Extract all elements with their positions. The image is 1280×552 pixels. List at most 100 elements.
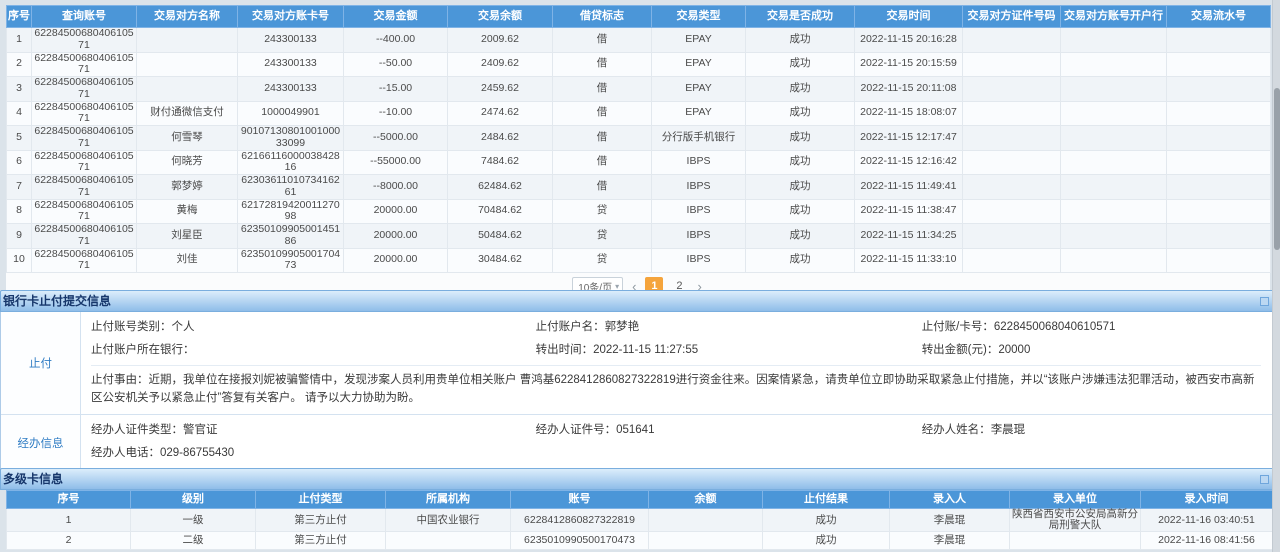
collapse-icon[interactable] [1260,297,1269,306]
cell-cert [963,101,1061,126]
cell-type: 分行版手机银行 [652,126,746,151]
cell-time: 2022-11-15 11:38:47 [855,199,963,224]
cell-success: 成功 [746,52,855,77]
stop-card-label: 止付账/卡号： [922,321,994,333]
cell-type: IBPS [652,175,746,200]
column-header: 交易时间 [855,6,963,28]
header-row: 序号级别止付类型所属机构账号余额止付结果录入人录入单位录入时间 [7,491,1273,509]
cell-serial [1167,28,1271,53]
cell-balance [649,509,763,532]
cell-bank [1061,199,1167,224]
cell-result: 成功 [763,509,890,532]
cell-time: 2022-11-15 12:17:47 [855,126,963,151]
column-header: 查询账号 [32,6,137,28]
table-row[interactable]: 26228450068040610571243300133--50.002409… [7,52,1271,77]
cell-card: 6230361101073416261 [238,175,344,200]
cell-account: 6228450068040610571 [32,52,137,77]
multicard-section-title: 多级卡信息 [3,472,63,486]
cell-flag: 贷 [553,199,652,224]
acct-name-value: 郭梦艳 [605,321,640,333]
table-row[interactable]: 76228450068040610571郭梦婷62303611010734162… [7,175,1271,200]
column-header: 级别 [131,491,256,509]
cell-unit [1010,532,1141,550]
cell-amount: --5000.00 [344,126,448,151]
transaction-query-panel: 序号查询账号交易对方名称交易对方账卡号交易金额交易余额借贷标志交易类型交易是否成… [6,5,1270,299]
out-time-field: 转出时间：2022-11-15 11:27:55 [536,339,922,362]
cert-type-field: 经办人证件类型：警官证 [91,419,536,442]
cell-account: 6228450068040610571 [32,248,137,273]
cell-level: 二级 [131,532,256,550]
cell-success: 成功 [746,248,855,273]
collapse-icon[interactable] [1260,475,1269,484]
cell-flag: 借 [553,175,652,200]
cell-flag: 借 [553,150,652,175]
cell-card: 6235010990500170473 [238,248,344,273]
table-row[interactable]: 56228450068040610571何雪琴90107130801001000… [7,126,1271,151]
multicard-table: 序号级别止付类型所属机构账号余额止付结果录入人录入单位录入时间 1一级第三方止付… [6,490,1273,550]
cell-account: 6228450068040610571 [32,150,137,175]
cell-flag: 借 [553,52,652,77]
cell-amount: 20000.00 [344,224,448,249]
cell-card: 6216611600003842816 [238,150,344,175]
cell-type: IBPS [652,150,746,175]
stop-card-field: 止付账/卡号：6228450068040610571 [922,316,1261,339]
zhifu-row-label: 止付 [1,312,81,414]
cell-flag: 借 [553,28,652,53]
column-header: 录入时间 [1141,491,1273,509]
cell-name [137,52,238,77]
cell-time: 2022-11-15 12:16:42 [855,150,963,175]
cell-amount: --55000.00 [344,150,448,175]
cell-time: 2022-11-15 11:49:41 [855,175,963,200]
table-row[interactable]: 1一级第三方止付中国农业银行6228412860827322819成功李晨琨陕西… [7,509,1273,532]
cell-success: 成功 [746,224,855,249]
cell-success: 成功 [746,175,855,200]
cell-serial [1167,77,1271,102]
table-row[interactable]: 2二级第三方止付6235010990500170473成功李晨琨2022-11-… [7,532,1273,550]
column-header: 交易流水号 [1167,6,1271,28]
cell-cert [963,248,1061,273]
cell-seq: 1 [7,509,131,532]
cell-amount: 20000.00 [344,199,448,224]
cell-bank [1061,28,1167,53]
table-row[interactable]: 36228450068040610571243300133--15.002459… [7,77,1271,102]
cell-bank [1061,126,1167,151]
acct-type-value: 个人 [172,321,195,333]
cell-bank [1061,52,1167,77]
table-row[interactable]: 46228450068040610571财付通微信支付1000049901--1… [7,101,1271,126]
cell-flag: 贷 [553,224,652,249]
cell-name: 何晓芳 [137,150,238,175]
transactions-table: 序号查询账号交易对方名称交易对方账卡号交易金额交易余额借贷标志交易类型交易是否成… [6,5,1271,273]
cell-cert [963,199,1061,224]
cell-type: EPAY [652,52,746,77]
column-header: 交易对方账卡号 [238,6,344,28]
cell-time: 2022-11-15 20:16:28 [855,28,963,53]
cell-card: 6235010990500145186 [238,224,344,249]
cell-seq: 3 [7,77,32,102]
cell-card: 243300133 [238,52,344,77]
vertical-scrollbar[interactable] [1272,0,1280,552]
zhifu-row: 止付 止付账号类别：个人 止付账户名：郭梦艳 止付账/卡号：6228450068… [1,312,1273,414]
scrollbar-thumb[interactable] [1274,88,1280,250]
table-row[interactable]: 16228450068040610571243300133--400.00200… [7,28,1271,53]
acct-name-field: 止付账户名：郭梦艳 [536,316,922,339]
table-row[interactable]: 96228450068040610571刘星臣62350109905001451… [7,224,1271,249]
table-row[interactable]: 86228450068040610571黄梅621728194200112709… [7,199,1271,224]
cell-type: EPAY [652,101,746,126]
cell-balance: 2009.62 [448,28,553,53]
column-header: 借贷标志 [553,6,652,28]
out-amount-label: 转出金额(元)： [922,344,999,356]
stop-reason-field: 止付事由：近期，我单位在接报刘妮被骗警情中，发现涉案人员利用贵单位相关账户 曹鸿… [91,365,1261,408]
column-header: 序号 [7,491,131,509]
column-header: 交易对方证件号码 [963,6,1061,28]
cell-flag: 借 [553,126,652,151]
cell-type: IBPS [652,248,746,273]
cell-time: 2022-11-16 08:41:56 [1141,532,1273,550]
cell-name [137,77,238,102]
cell-bank [1061,101,1167,126]
table-row[interactable]: 66228450068040610571何晓芳62166116000038428… [7,150,1271,175]
cell-cert [963,77,1061,102]
stop-reason-text: 近期，我单位在接报刘妮被骗警情中，发现涉案人员利用贵单位相关账户 曹鸿基6228… [91,374,1255,404]
cell-name: 刘佳 [137,248,238,273]
table-row[interactable]: 106228450068040610571刘佳62350109905001704… [7,248,1271,273]
cell-success: 成功 [746,77,855,102]
